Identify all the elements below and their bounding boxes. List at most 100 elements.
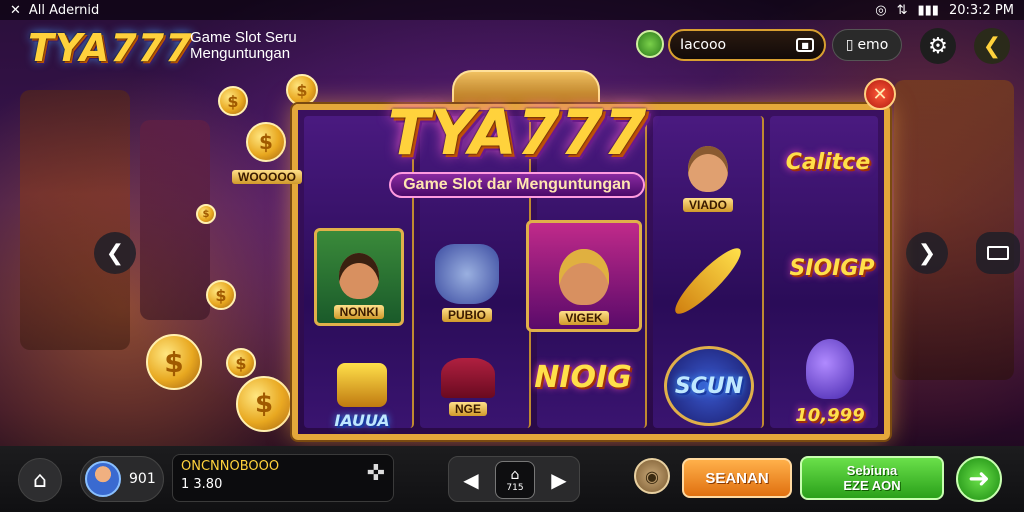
navigation-controls: ◀ ⌂ 715 ▶ <box>448 456 580 502</box>
wallet-panel[interactable]: ONCNNOBOOO 1 3.80 ✜ <box>172 454 394 502</box>
symbol-label: 10,999 <box>795 405 865 426</box>
app-tagline: Game Slot Seru Menguntungan <box>190 30 297 62</box>
reel-symbol: NONKI <box>314 228 404 326</box>
background-slot-cabinet-right <box>894 80 1014 380</box>
green-action-button[interactable]: Sebiuna EZE AON <box>800 456 944 500</box>
close-icon: ✕ <box>872 83 888 105</box>
symbol-label: VIGEK <box>559 311 609 325</box>
symbol-label: PUBIO <box>441 308 492 322</box>
coin-button[interactable]: ◉ <box>634 458 670 494</box>
balance-value: Iacooo <box>680 37 727 53</box>
symbol-label: VIADO <box>682 198 733 212</box>
game-subtitle: Game Slot dar Menguntungan <box>389 172 645 198</box>
reel-symbol: NGE <box>426 346 510 420</box>
symbol-label: IAUUA <box>334 411 390 430</box>
reel-symbol: 10,999 <box>790 316 870 426</box>
wallet-icon[interactable]: ■ <box>796 38 814 52</box>
status-time: 20:3:2 PM <box>948 2 1014 18</box>
coin-decoration: $ <box>226 348 256 378</box>
close-machine-button[interactable]: ✕ <box>864 78 896 110</box>
screen-icon <box>987 246 1009 260</box>
balance-display[interactable]: Iacooo ■ <box>668 29 826 61</box>
status-bar: ✕ All Adernid ◎ ⇅ ▮▮▮ 20:3:2 PM <box>0 0 1024 20</box>
coin-decoration: $ <box>146 334 202 390</box>
coin-decoration: $ <box>218 86 248 116</box>
user-level-badge[interactable] <box>636 30 664 58</box>
character-face-icon <box>688 146 728 192</box>
coin-decoration: $ <box>246 122 286 162</box>
settings-button[interactable]: ⚙ <box>920 28 956 64</box>
prev-game-button[interactable]: ◀ <box>453 461 489 499</box>
lobby-button[interactable]: ⌂ 715 <box>495 461 535 499</box>
symbol-label: NGE <box>448 402 487 416</box>
coin-decoration: $ <box>286 74 318 106</box>
coin-decoration: $ <box>206 280 236 310</box>
reel-symbol: NIOIG <box>530 360 636 395</box>
memo-button[interactable]: ▯ emo <box>832 29 902 61</box>
symbol-label: Calitce <box>785 150 871 175</box>
symbol-label: NONKI <box>333 305 385 319</box>
wallet-amount: 1 3.80 <box>181 477 223 492</box>
add-funds-icon[interactable]: ✜ <box>367 463 385 485</box>
symbol-label: NIOIG <box>534 360 632 395</box>
sword-icon <box>668 241 748 321</box>
close-icon[interactable]: ✕ <box>10 3 21 18</box>
chevron-left-icon: ❮ <box>982 33 1002 59</box>
coin-icon: ◉ <box>645 466 659 486</box>
wolf-icon <box>435 244 499 304</box>
previous-arrow-button[interactable]: ❮ <box>94 232 136 274</box>
signal-icon: ▮▮▮ <box>917 2 939 18</box>
character-face-icon <box>339 253 379 299</box>
lobby-label: 715 <box>506 483 524 493</box>
pot-icon <box>441 358 495 398</box>
background-slot-cabinet-left <box>20 90 130 350</box>
game-title: TYA777 <box>387 96 647 169</box>
green-button-line-1: Sebiuna <box>846 463 898 478</box>
potion-icon <box>806 339 854 399</box>
orange-action-button[interactable]: SEANAN <box>682 458 792 498</box>
fullscreen-button[interactable] <box>976 232 1020 274</box>
memo-label: emo <box>857 37 889 53</box>
arrow-left-icon: ◀ <box>463 468 479 492</box>
arrow-right-icon: ▶ <box>551 468 567 492</box>
game-title-banner: TYA777 Game Slot dar Menguntungan <box>362 98 672 208</box>
app-logo[interactable]: TYA777 <box>28 26 193 70</box>
reel-symbol: VIGEK <box>526 220 642 332</box>
character-face-icon <box>559 249 609 305</box>
reel-symbol: SCUN <box>664 346 754 426</box>
symbol-label: SIOIGP <box>789 256 875 281</box>
avatar <box>85 461 121 497</box>
vibrate-icon: ⇅ <box>896 2 908 18</box>
reel-symbol: PUBIO <box>422 226 512 326</box>
reel-symbol: VIADO <box>664 120 752 216</box>
coin-decoration: $ <box>236 376 292 432</box>
status-left-text: All Adernid <box>28 2 100 18</box>
symbol-label: SCUN <box>674 373 744 399</box>
home-button[interactable]: ⌂ <box>18 458 62 502</box>
gear-icon: ⚙ <box>928 33 948 59</box>
green-button-line-2: EZE AON <box>843 478 901 493</box>
home-icon: ⌂ <box>33 467 47 493</box>
reel-symbol: IAUUA <box>322 344 402 430</box>
chevron-left-icon: ❮ <box>105 240 125 266</box>
lobby-icon: ⌂ <box>510 467 520 483</box>
arrow-right-icon: ➜ <box>968 464 990 494</box>
profile-value: 901 <box>129 471 156 487</box>
next-arrow-button[interactable]: ❯ <box>906 232 948 274</box>
chevron-right-icon: ❯ <box>917 240 937 266</box>
phone-icon: ▯ <box>845 37 854 53</box>
reel-symbol: SIOIGP <box>784 256 880 281</box>
next-game-button[interactable]: ▶ <box>541 461 577 499</box>
profile-button[interactable]: 901 <box>80 456 164 502</box>
reel-symbol <box>668 236 748 324</box>
wallet-label: ONCNNOBOOO <box>181 459 280 474</box>
top-bar: TYA777 Game Slot Seru Menguntungan Iacoo… <box>0 22 1024 70</box>
back-button[interactable]: ❮ <box>974 28 1010 64</box>
bottom-bar: ⌂ 901 ONCNNOBOOO 1 3.80 ✜ ◀ ⌂ 715 ▶ ◉ SE… <box>0 446 1024 512</box>
go-button[interactable]: ➜ <box>956 456 1002 502</box>
alarm-icon: ◎ <box>875 2 887 18</box>
tagline-line-1: Game Slot Seru <box>190 29 297 46</box>
reel-symbol: WOOOOO <box>232 166 302 185</box>
reel-symbol: Calitce <box>780 150 876 175</box>
symbol-label: WOOOOO <box>232 170 302 184</box>
